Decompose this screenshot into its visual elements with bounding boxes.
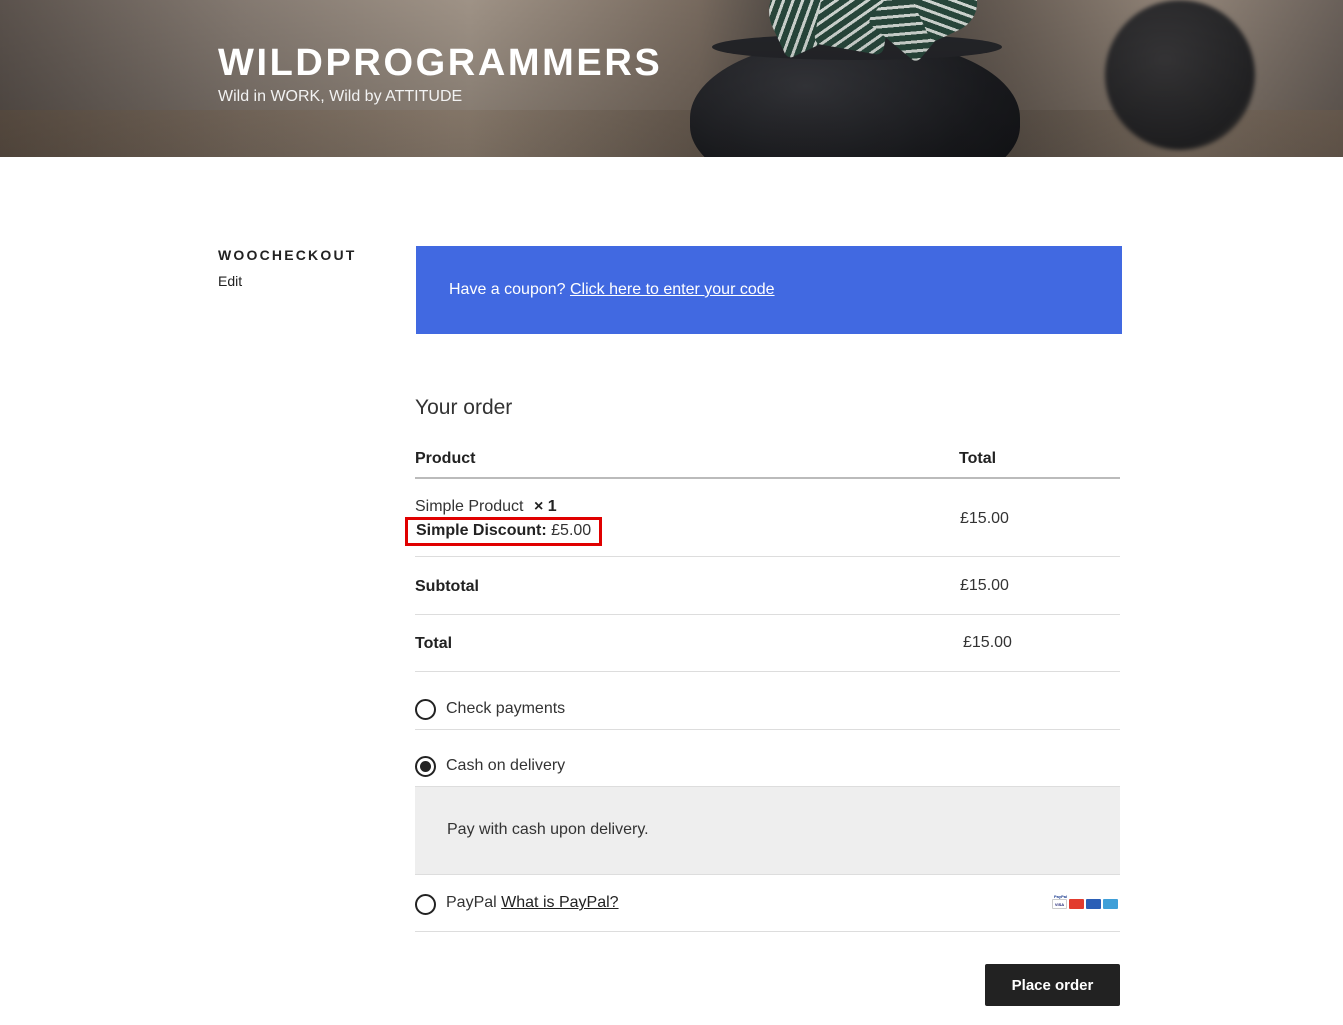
page-title: WOOCHECKOUT	[218, 247, 357, 263]
payment-label-check[interactable]: Check payments	[446, 700, 565, 718]
place-order-button[interactable]: Place order	[985, 964, 1120, 1006]
radio-check-payments[interactable]	[415, 699, 436, 720]
mastercard-icon	[1069, 899, 1084, 909]
product-name: Simple Product	[415, 498, 524, 515]
product-total: £15.00	[960, 510, 1009, 527]
payment-method-cod[interactable]: Cash on delivery	[415, 730, 1120, 787]
discount-value: £5.00	[551, 522, 592, 539]
edit-link[interactable]: Edit	[218, 273, 242, 289]
subtotal-value: £15.00	[960, 577, 1009, 594]
total-value: £15.00	[963, 634, 1012, 651]
total-label: Total	[415, 635, 453, 652]
product-quantity: × 1	[533, 498, 557, 515]
accepted-cards-icons: PayPal VISA	[1052, 894, 1120, 912]
payment-label-paypal[interactable]: PayPal What is PayPal?	[446, 894, 619, 912]
coupon-link[interactable]: Click here to enter your code	[570, 281, 775, 298]
table-header: Product Total	[415, 440, 1120, 479]
site-header: WILDPROGRAMMERS Wild in WORK, Wild by AT…	[0, 0, 1343, 157]
payment-method-check[interactable]: Check payments	[415, 673, 1120, 730]
table-row: Simple Product × 1 Simple Discount: £5.0…	[405, 479, 1120, 557]
order-review-table: Product Total Simple Product × 1 Simple …	[405, 440, 1120, 672]
total-row: Total £15.00	[415, 615, 1120, 672]
subtotal-label: Subtotal	[415, 578, 479, 595]
radio-paypal[interactable]	[415, 894, 436, 915]
amex-icon	[1103, 899, 1118, 909]
order-heading: Your order	[415, 396, 513, 419]
site-tagline: Wild in WORK, Wild by ATTITUDE	[218, 88, 463, 105]
payment-methods: Check payments Cash on delivery Pay with…	[415, 673, 1120, 932]
subtotal-row: Subtotal £15.00	[415, 557, 1120, 615]
discount-highlight: Simple Discount: £5.00	[405, 517, 603, 546]
product-name-cell: Simple Product × 1	[415, 498, 557, 516]
visa-text: VISA	[1054, 902, 1065, 907]
discount-label: Simple Discount:	[416, 522, 547, 539]
what-is-paypal-link[interactable]: What is PayPal?	[501, 894, 618, 911]
payment-method-paypal[interactable]: PayPal What is PayPal? PayPal VISA	[415, 875, 1120, 932]
site-title[interactable]: WILDPROGRAMMERS	[218, 42, 662, 85]
radio-cash-on-delivery[interactable]	[415, 756, 436, 777]
coupon-notice: Have a coupon? Click here to enter your …	[416, 246, 1122, 334]
header-shade	[0, 0, 1343, 157]
payment-description: Pay with cash upon delivery.	[447, 821, 649, 838]
column-header-total: Total	[959, 450, 997, 467]
paypal-label[interactable]: PayPal	[446, 894, 497, 911]
payment-description-box: Pay with cash upon delivery.	[415, 787, 1120, 875]
payment-label-cod[interactable]: Cash on delivery	[446, 757, 565, 775]
maestro-icon	[1086, 899, 1101, 909]
column-header-product: Product	[415, 450, 476, 467]
coupon-prompt: Have a coupon?	[449, 281, 566, 298]
visa-icon: VISA	[1052, 899, 1067, 909]
